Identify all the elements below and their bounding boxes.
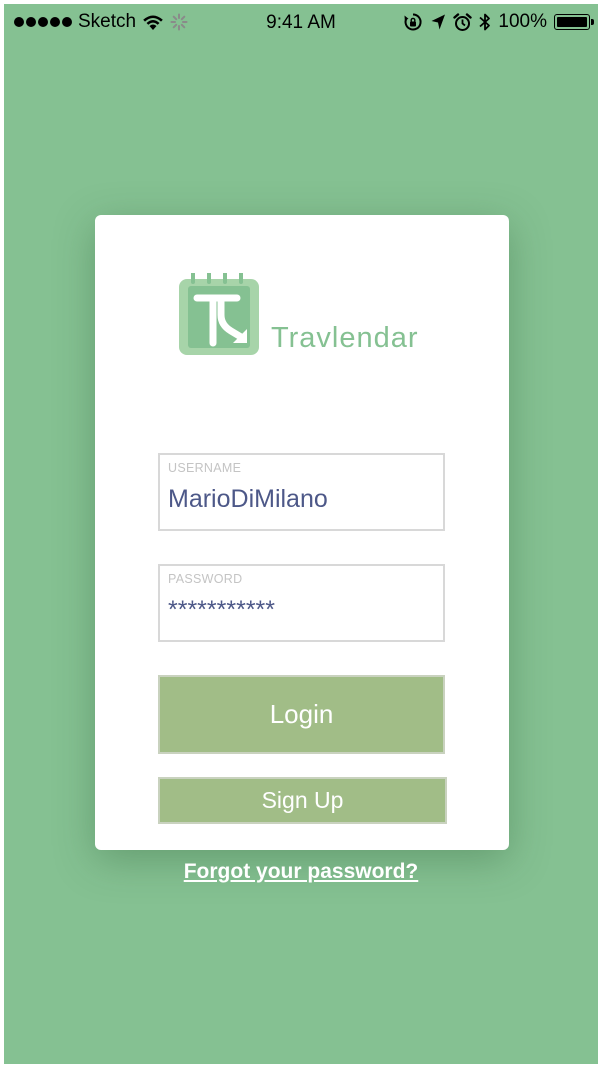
username-field[interactable]: USERNAME: [158, 453, 445, 531]
app-logo: Travlendar: [177, 273, 419, 357]
password-field[interactable]: PASSWORD: [158, 564, 445, 642]
status-bar: Sketch 9:41 AM 100%: [4, 4, 598, 40]
bluetooth-icon: [479, 13, 491, 31]
battery-icon: [554, 14, 594, 30]
password-label: PASSWORD: [168, 572, 243, 586]
status-right: 100%: [403, 11, 594, 33]
app-screen: Sketch 9:41 AM 100% Travlendar USERNAME …: [4, 4, 598, 1064]
alarm-icon: [453, 12, 473, 31]
login-button[interactable]: Login: [158, 675, 445, 754]
battery-percent: 100%: [498, 11, 547, 32]
location-arrow-icon: [431, 14, 446, 30]
login-card: Travlendar USERNAME PASSWORD Login Sign …: [95, 215, 509, 850]
password-input[interactable]: [168, 596, 433, 625]
forgot-password-link[interactable]: Forgot your password?: [4, 860, 598, 884]
signup-button[interactable]: Sign Up: [158, 777, 447, 824]
app-name: Travlendar: [271, 322, 419, 354]
rotation-lock-icon: [404, 13, 422, 31]
calendar-logo-icon: [179, 273, 259, 355]
username-input[interactable]: [168, 485, 433, 514]
username-label: USERNAME: [168, 461, 242, 475]
